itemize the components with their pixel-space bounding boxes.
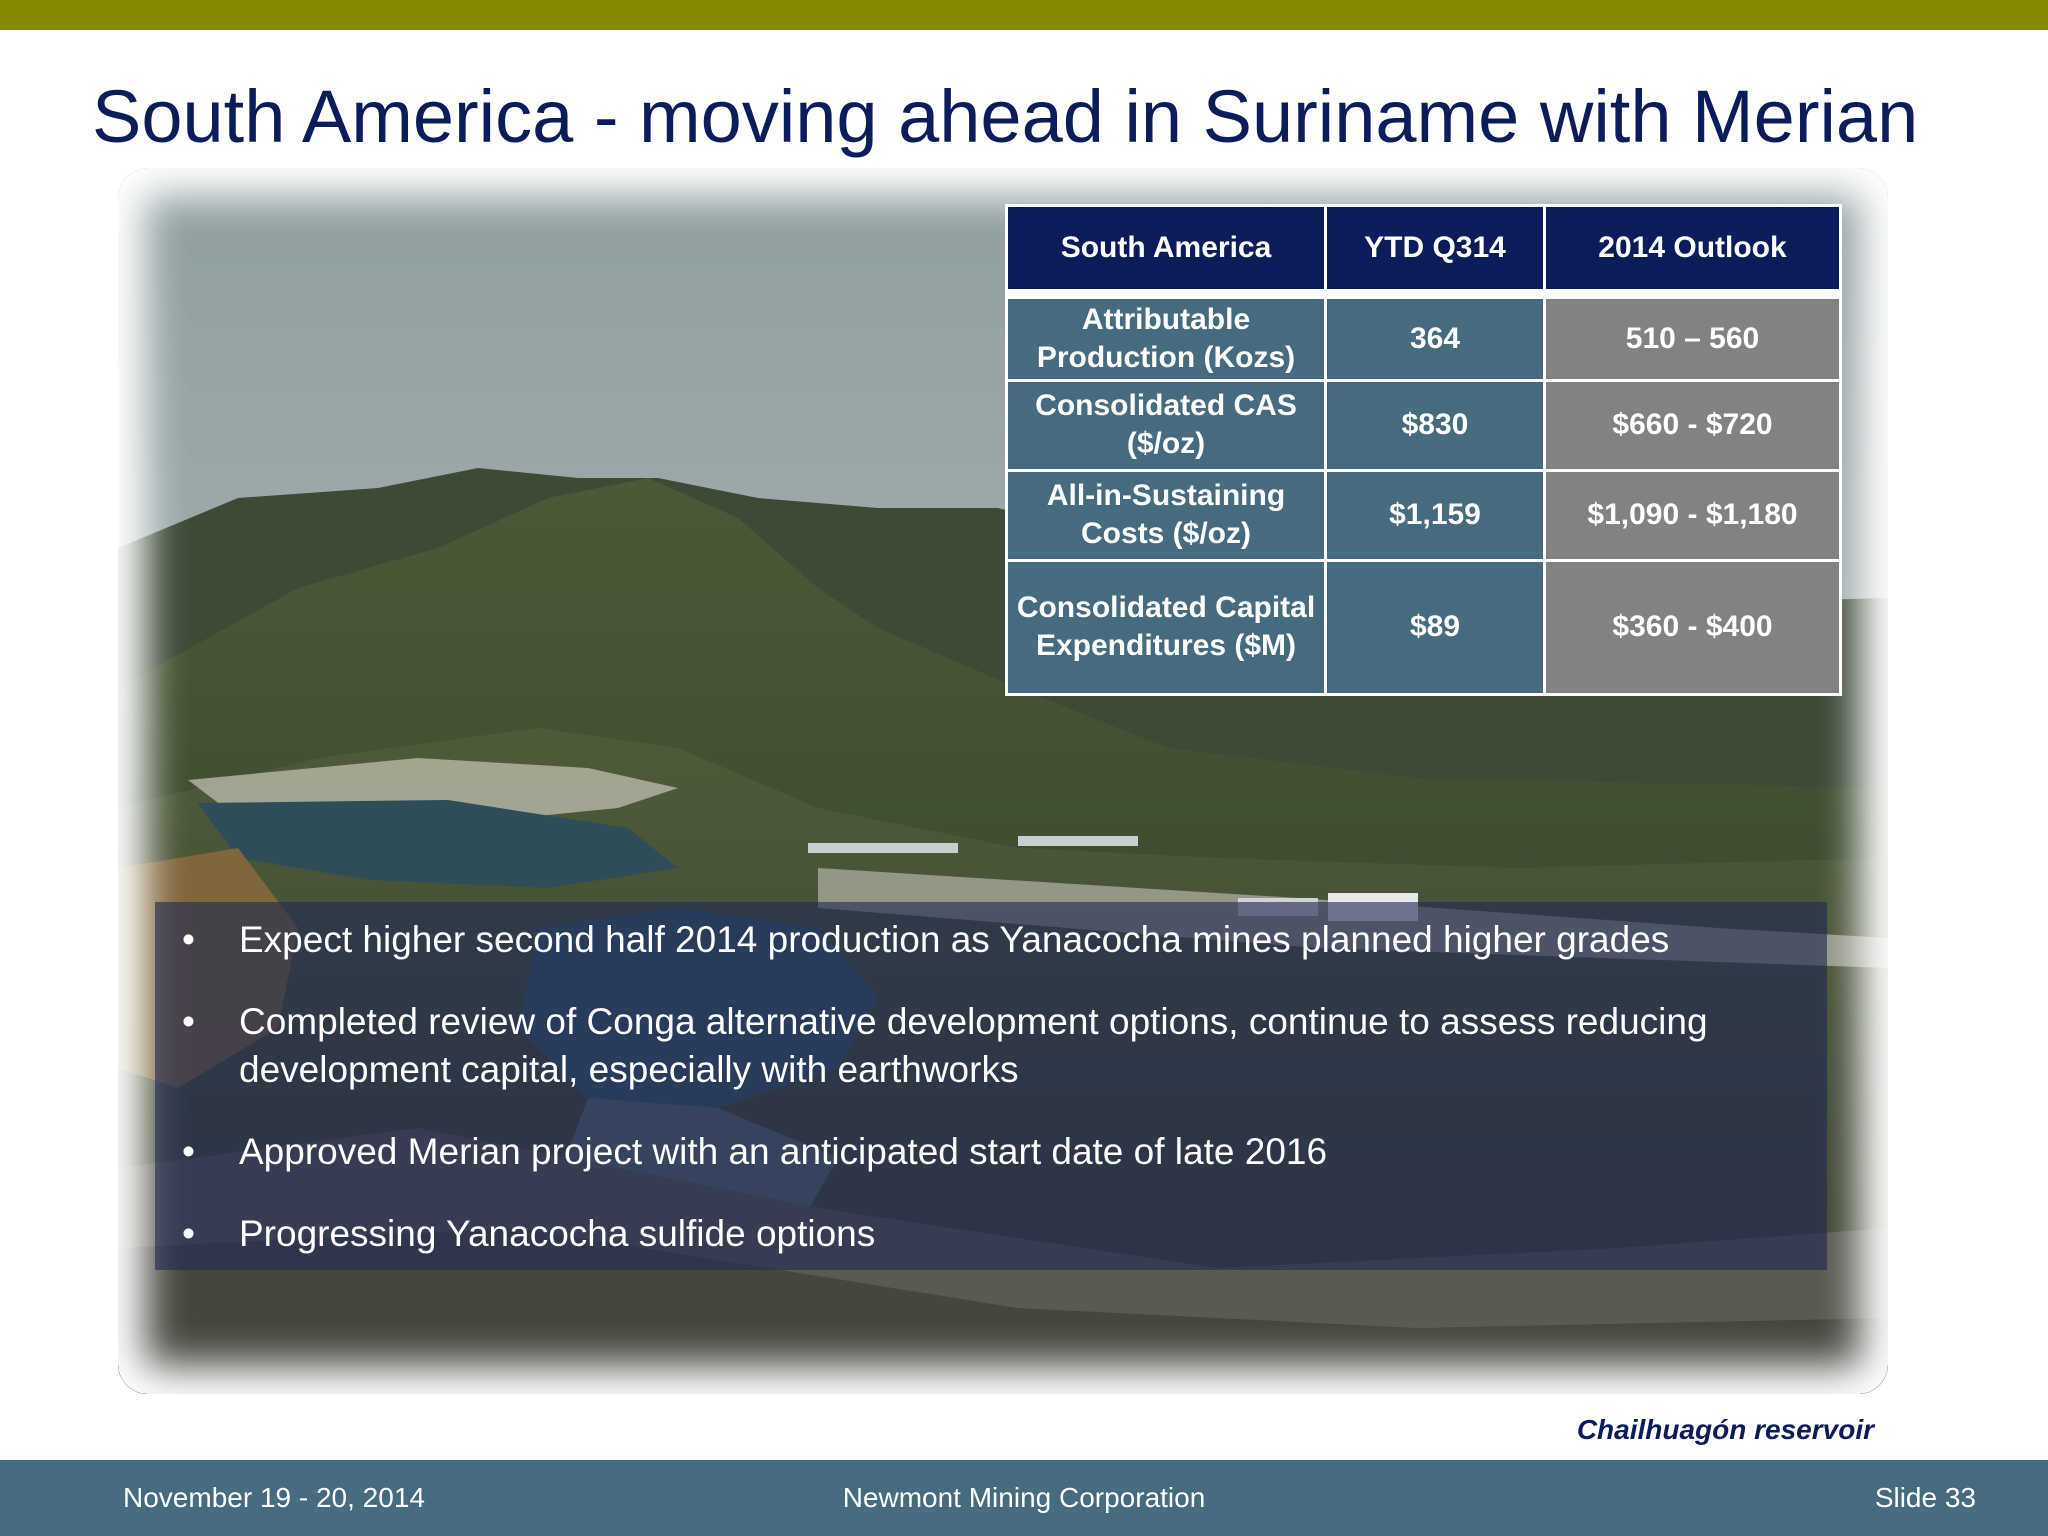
bullet-dot: • bbox=[182, 1213, 195, 1254]
bullet-dot: • bbox=[182, 1001, 195, 1042]
bullet-text: Expect higher second half 2014 productio… bbox=[239, 919, 1670, 960]
table-cell-ytd: $89 bbox=[1324, 558, 1546, 696]
bullet-dot: • bbox=[182, 1131, 195, 1172]
table-cell-metric: All-in-Sustaining Costs ($/oz) bbox=[1005, 468, 1327, 562]
production-cost-table: South America YTD Q314 2014 Outlook Attr… bbox=[1005, 204, 1842, 696]
table-cell-outlook: $360 - $400 bbox=[1543, 558, 1842, 696]
bullet-text: Approved Merian project with an anticipa… bbox=[239, 1131, 1328, 1172]
table-row: Consolidated Capital Expenditures ($M) $… bbox=[1005, 558, 1842, 696]
table-cell-ytd: $830 bbox=[1324, 378, 1546, 472]
slide-number: Slide 33 bbox=[1874, 1482, 1976, 1513]
table-cell-metric: Consolidated CAS ($/oz) bbox=[1005, 378, 1327, 472]
bullet-text: Progressing Yanacocha sulfide options bbox=[239, 1213, 876, 1254]
footer-bar: November 19 - 20, 2014 Newmont Mining Co… bbox=[0, 1460, 2048, 1536]
footer-company: Newmont Mining Corporation bbox=[842, 1482, 1206, 1513]
table-row: Attributable Production (Kozs) 364 510 –… bbox=[1005, 292, 1842, 382]
slide-title: South America - moving ahead in Suriname… bbox=[92, 75, 1919, 158]
top-accent-bar bbox=[0, 0, 2048, 30]
table-cell-ytd: $1,159 bbox=[1324, 468, 1546, 562]
bullet-item: • Completed review of Conga alternative d… bbox=[155, 998, 1799, 1094]
bullet-item: • Expect higher second half 2014 producti… bbox=[155, 916, 1799, 964]
bullet-text: Completed review of Conga alternative de… bbox=[239, 1001, 1708, 1090]
table-header: South America bbox=[1005, 204, 1327, 299]
bullet-dot: • bbox=[182, 919, 195, 960]
bullet-list: • Expect higher second half 2014 producti… bbox=[155, 902, 1827, 1258]
table-cell-outlook: 510 – 560 bbox=[1543, 292, 1842, 382]
table-header-row: South America YTD Q314 2014 Outlook bbox=[1005, 204, 1842, 299]
bullet-panel: • Expect higher second half 2014 producti… bbox=[155, 902, 1827, 1270]
table-row: All-in-Sustaining Costs ($/oz) $1,159 $1… bbox=[1005, 468, 1842, 562]
table-cell-metric: Consolidated Capital Expenditures ($M) bbox=[1005, 558, 1327, 696]
table-cell-outlook: $1,090 - $1,180 bbox=[1543, 468, 1842, 562]
table-header: YTD Q314 bbox=[1324, 204, 1546, 299]
table-cell-outlook: $660 - $720 bbox=[1543, 378, 1842, 472]
bullet-item: • Progressing Yanacocha sulfide options bbox=[155, 1210, 1799, 1258]
photo-caption: Chailhuagón reservoir bbox=[1576, 1414, 1874, 1445]
table-header: 2014 Outlook bbox=[1543, 204, 1842, 299]
table-row: Consolidated CAS ($/oz) $830 $660 - $720 bbox=[1005, 378, 1842, 472]
table-cell-metric: Attributable Production (Kozs) bbox=[1005, 292, 1327, 382]
bullet-item: • Approved Merian project with an anticip… bbox=[155, 1128, 1799, 1176]
table-cell-ytd: 364 bbox=[1324, 292, 1546, 382]
